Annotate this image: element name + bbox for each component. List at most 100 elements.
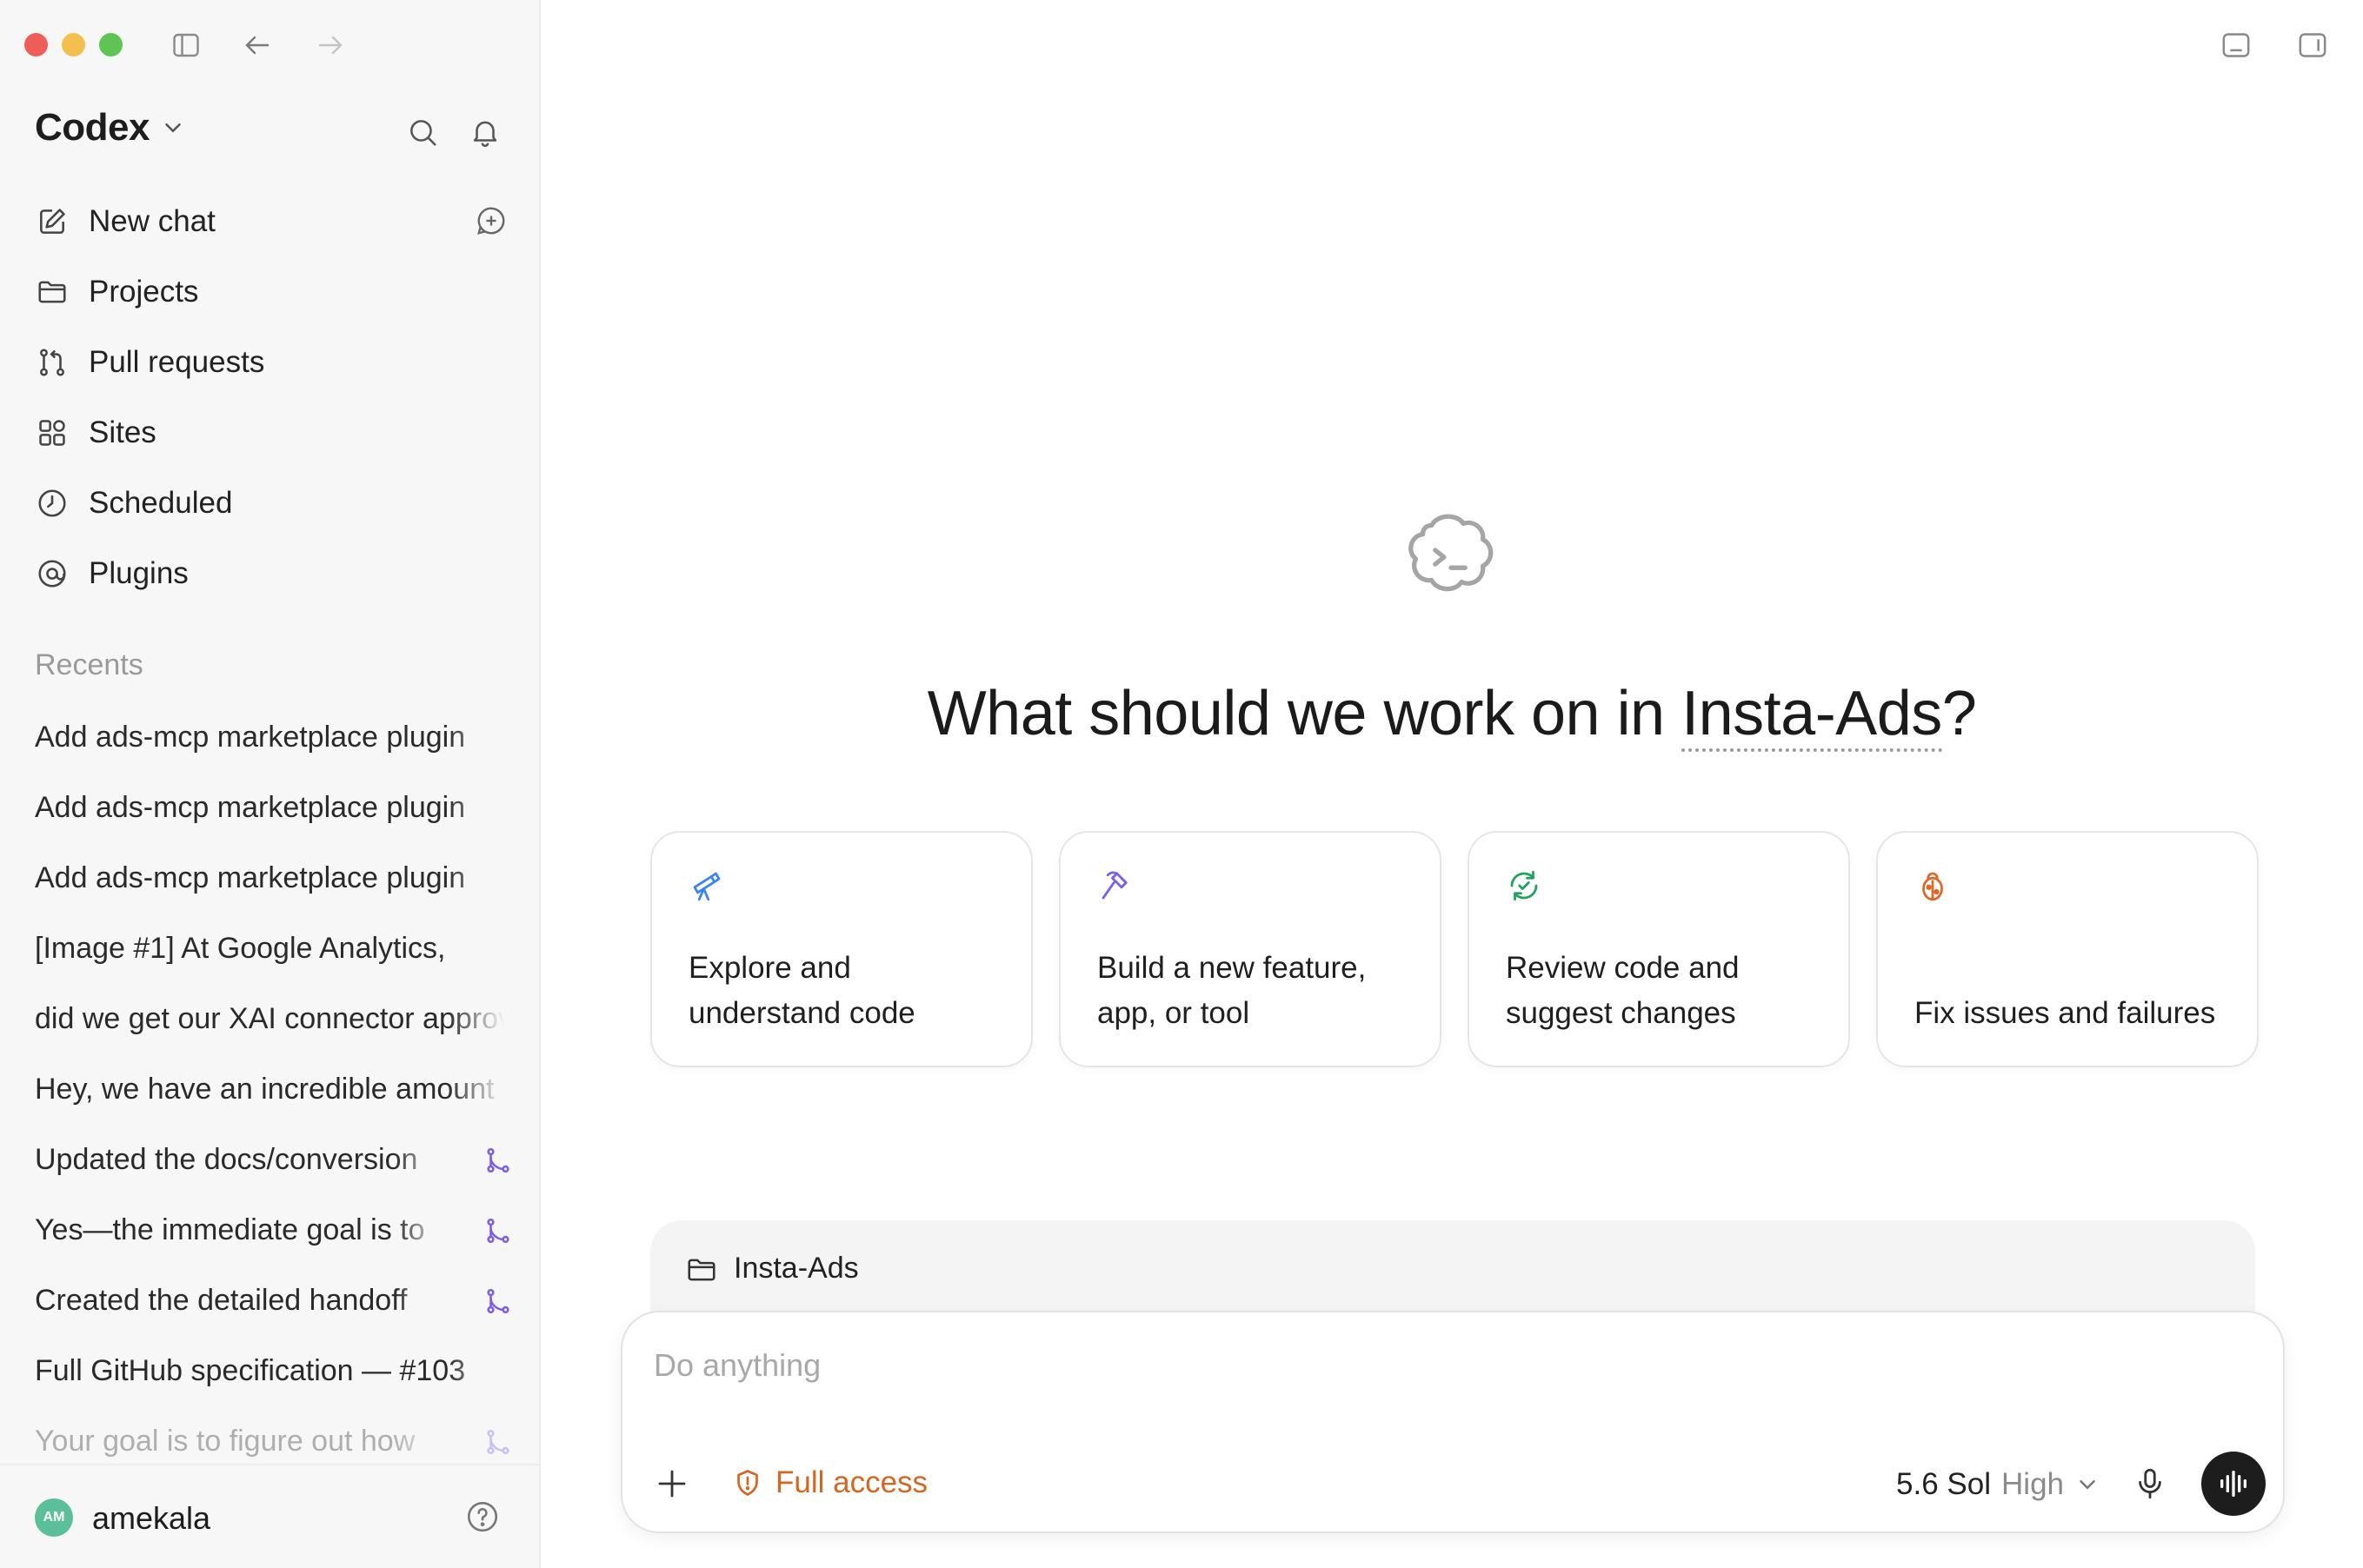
branch-icon [483, 1216, 513, 1246]
card-label: Explore and understand code [689, 951, 915, 1030]
edit-icon [35, 204, 70, 239]
recent-chat-title: [Image #1] At Google Analytics, [35, 932, 446, 965]
recent-chat[interactable]: Created the detailed handoff [35, 1266, 513, 1336]
recent-chat[interactable]: Hey, we have an incredible amount [35, 1054, 513, 1125]
access-level-button[interactable]: Full access [732, 1465, 928, 1500]
sidebar-item-label: Projects [89, 274, 199, 309]
brand-title: Codex [35, 106, 150, 149]
sidebar-item-label: Plugins [89, 555, 189, 590]
recent-chat-title: Add ads-mcp marketplace plugin [35, 861, 466, 894]
card-label: Review code and suggest changes [1506, 951, 1740, 1030]
plugin-icon [35, 556, 70, 591]
branch-icon [483, 1286, 513, 1316]
sidebar-item-sites[interactable]: Sites [21, 397, 520, 468]
branch-icon [483, 1146, 513, 1175]
project-name-link[interactable]: Insta-Ads [1681, 679, 1942, 752]
sidebar-item-label: Pull requests [89, 344, 265, 379]
add-attachment-button[interactable] [654, 1465, 692, 1504]
chevron-down-icon [2080, 1480, 2095, 1490]
window-controls [24, 33, 123, 56]
card-fix-issues[interactable]: Fix issues and failures [1876, 831, 2259, 1067]
hammer-icon [1097, 867, 1135, 906]
review-refresh-icon [1506, 867, 1544, 906]
recent-chat[interactable]: Add ads-mcp marketplace plugin [35, 773, 513, 843]
recent-chat[interactable]: Add ads-mcp marketplace plugin [35, 702, 513, 773]
avatar: AM [35, 1498, 73, 1537]
reasoning-level: High [2001, 1467, 2064, 1501]
minimize-window-button[interactable] [62, 33, 85, 56]
card-explore-code[interactable]: Explore and understand code [650, 831, 1033, 1067]
sidebar-item-label: Scheduled [89, 485, 233, 520]
recent-chat[interactable]: did we get our XAI connector approved [35, 984, 513, 1054]
recents-heading: Recents [35, 648, 143, 681]
sidebar-item-plugins[interactable]: Plugins [21, 538, 520, 608]
suggestion-cards: Explore and understand code Build a new … [650, 831, 2259, 1067]
sidebar-item-projects[interactable]: Projects [21, 256, 520, 327]
codex-cloud-logo-icon [1393, 501, 1506, 614]
help-icon[interactable] [464, 1498, 503, 1537]
recent-chat[interactable]: Updated the docs/conversion [35, 1125, 513, 1195]
prompt-input[interactable]: Do anything [654, 1347, 821, 1384]
right-panel-icon[interactable] [2295, 28, 2332, 64]
page-title: What should we work on in Insta-Ads? [541, 678, 2363, 752]
recents-list: Add ads-mcp marketplace plugin Add ads-m… [35, 702, 513, 1477]
recent-chat-title: Updated the docs/conversion [35, 1143, 418, 1176]
card-review-code[interactable]: Review code and suggest changes [1468, 831, 1850, 1067]
chevron-down-icon [165, 123, 181, 133]
recent-chat[interactable]: Yes—the immediate goal is to [35, 1195, 513, 1266]
pull-request-icon [35, 345, 70, 380]
add-circle-icon[interactable] [475, 204, 509, 239]
card-build-feature[interactable]: Build a new feature, app, or tool [1059, 831, 1441, 1067]
sidebar-toggle-icon[interactable] [169, 28, 203, 63]
recent-chat[interactable]: Full GitHub specification — #103 [35, 1336, 513, 1406]
main-panel: What should we work on in Insta-Ads? Exp… [541, 0, 2363, 1568]
microphone-icon[interactable] [2132, 1465, 2170, 1504]
card-label: Build a new feature, app, or tool [1097, 951, 1367, 1030]
recent-chat-title: Hey, we have an incredible amount [35, 1073, 495, 1106]
grid-icon [35, 415, 70, 450]
recent-chat[interactable]: [Image #1] At Google Analytics, [35, 914, 513, 984]
model-name: 5.6 Sol [1896, 1467, 1992, 1501]
recent-chat-title: Add ads-mcp marketplace plugin [35, 791, 466, 824]
user-account-bar[interactable]: AM amekala [0, 1464, 539, 1568]
sidebar-item-scheduled[interactable]: Scheduled [21, 468, 520, 538]
title-suffix: ? [1941, 679, 1977, 748]
back-arrow-icon[interactable] [240, 28, 275, 63]
sidebar-item-label: Sites [89, 415, 156, 449]
project-selector[interactable]: Insta-Ads [650, 1220, 2255, 1325]
workspace-switcher[interactable]: Codex [35, 106, 186, 149]
folder-icon [35, 275, 70, 309]
folder-icon [685, 1253, 720, 1288]
recent-chat[interactable]: Add ads-mcp marketplace plugin [35, 843, 513, 914]
telescope-icon [689, 867, 727, 906]
username: amekala [92, 1500, 211, 1536]
model-selector[interactable]: 5.6 Sol High [1896, 1467, 2100, 1502]
card-label: Fix issues and failures [1914, 996, 2216, 1030]
sidebar-item-label: New chat [89, 203, 216, 238]
recent-chat-title: Your goal is to figure out how [35, 1425, 416, 1458]
sidebar-item-pull-requests[interactable]: Pull requests [21, 327, 520, 397]
waveform-icon [2220, 1471, 2247, 1497]
shield-alert-icon [737, 1470, 758, 1496]
project-label: Insta-Ads [734, 1252, 859, 1285]
clock-icon [35, 486, 70, 521]
forward-arrow-icon[interactable] [313, 28, 348, 63]
maximize-window-button[interactable] [99, 33, 123, 56]
close-window-button[interactable] [24, 33, 48, 56]
recent-chat-title: Add ads-mcp marketplace plugin [35, 721, 466, 754]
composer: Do anything Full access 5.6 Sol High [621, 1311, 2285, 1533]
bell-icon[interactable] [466, 113, 504, 151]
sidebar-nav: New chat Projects Pull requests Sites Sc… [21, 186, 520, 608]
recent-chat-title: Full GitHub specification — #103 [35, 1354, 466, 1387]
sidebar-item-new-chat[interactable]: New chat [21, 186, 520, 256]
recent-chat-title: did we get our XAI connector approved [35, 1002, 504, 1035]
bug-icon [1914, 867, 1953, 906]
access-label: Full access [775, 1465, 929, 1499]
sidebar: Codex New chat Projects Pull requests Si… [0, 0, 541, 1568]
search-icon[interactable] [403, 113, 442, 151]
terminal-panel-icon[interactable] [2219, 28, 2255, 64]
recent-chat-title: Yes—the immediate goal is to [35, 1213, 425, 1246]
voice-mode-button[interactable] [2201, 1452, 2266, 1516]
title-prefix: What should we work on in [927, 679, 1682, 748]
recent-chat-title: Created the detailed handoff [35, 1284, 408, 1317]
